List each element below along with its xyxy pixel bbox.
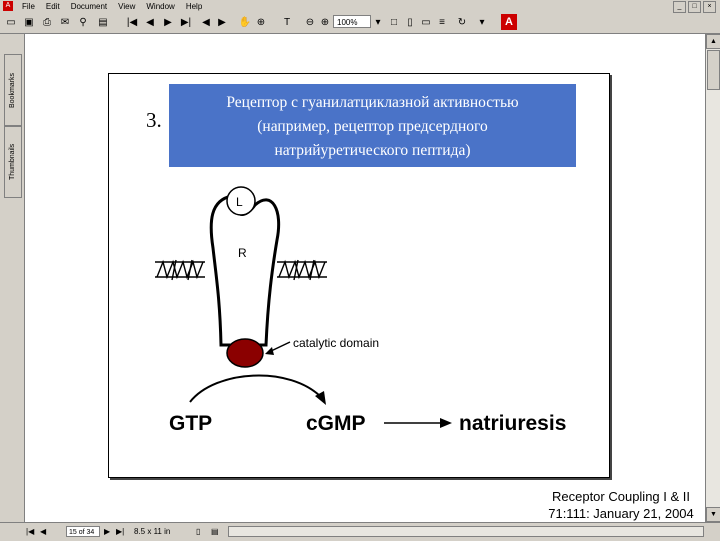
caption-line-2: 71:111: January 21, 2004	[548, 506, 694, 521]
receptor-diagram: L R catalytic domain GTP cGMP natriuresi…	[155, 186, 566, 435]
caption-line-1: Receptor Coupling I & II	[551, 489, 691, 504]
receptor-outline	[209, 194, 281, 347]
domain-pointer-arrowhead	[265, 347, 274, 355]
natriuresis-label: natriuresis	[459, 412, 566, 435]
reaction-arc-arrow	[189, 374, 323, 403]
slide-caption: Receptor Coupling I & II 71:111: January…	[536, 488, 706, 522]
ligand-label: L	[236, 195, 243, 209]
membrane-left	[155, 259, 205, 281]
catalytic-domain	[226, 338, 264, 368]
catalytic-domain-label: catalytic domain	[293, 336, 379, 350]
membrane-right	[277, 259, 327, 281]
gtp-label: GTP	[169, 412, 212, 435]
receptor-label: R	[238, 246, 247, 260]
natriuresis-arrowhead	[440, 418, 452, 428]
cgmp-label: cGMP	[306, 412, 366, 435]
